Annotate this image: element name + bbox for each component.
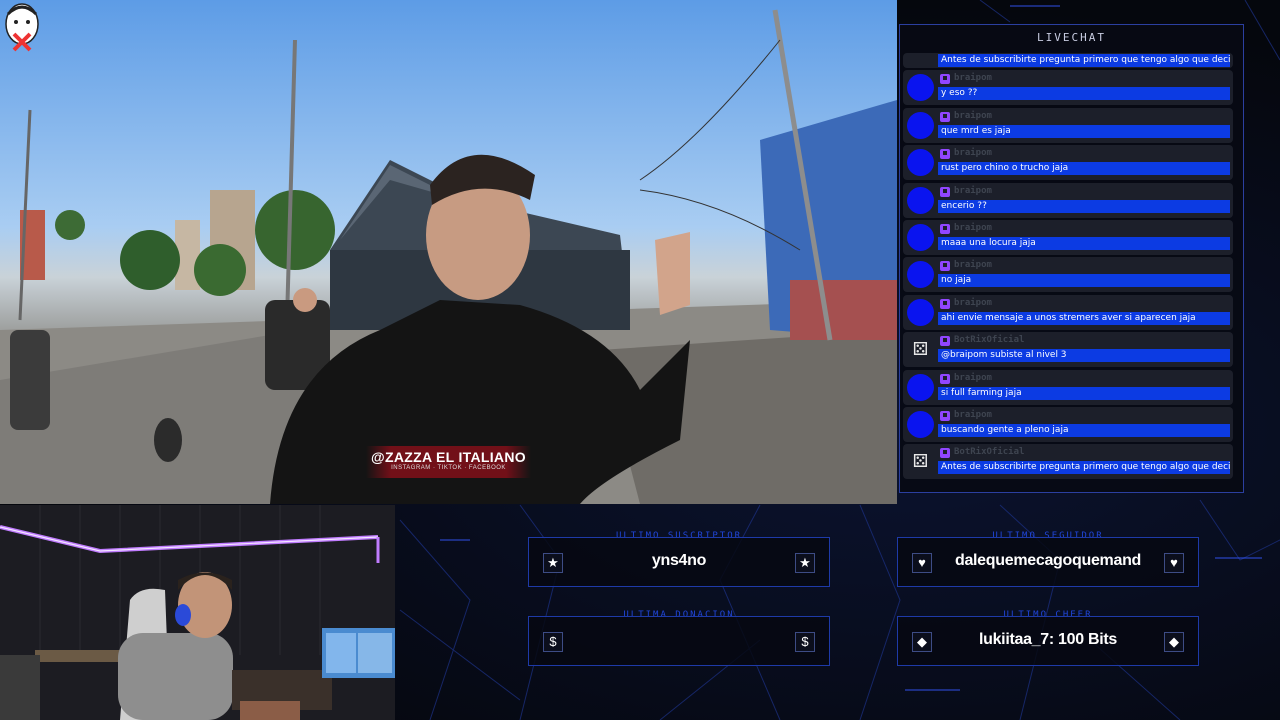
chat-message: ⚄ BotRixOficial @braipom subiste al nivel … [903,332,1233,368]
chat-text: encerio ?? [938,199,1230,213]
chat-username: braipom [954,260,992,271]
star-icon: ★ [543,553,563,573]
twitch-badge-icon [940,298,950,309]
diamond-icon: ◆ [1164,632,1184,652]
twitch-badge-icon [940,336,950,347]
ultimo-suscriptor-value: yns4no [651,552,707,569]
twitch-badge-icon [940,186,950,197]
user-avatar [907,74,934,102]
chat-text: @braipom subiste al nivel 3 [938,349,1230,363]
livechat-title: LIVECHAT [1037,31,1106,44]
chat-username: BotRixOficial [954,447,1025,458]
user-avatar [907,149,934,177]
twitch-badge-icon [940,410,950,421]
dollar-icon: $ [795,632,815,652]
twitch-badge-icon [940,149,950,160]
chat-message: braipom que mrd es jaja [903,107,1233,143]
chat-username: braipom [954,110,992,121]
name-tag-socials: INSTAGRAM · TIKTOK · FACEBOOK [391,465,506,471]
twitch-badge-icon [940,261,950,272]
star-icon: ★ [795,553,815,573]
chat-username: braipom [954,185,992,196]
chat-message: braipom maaa una locura jaja [903,219,1233,255]
chat-username: braipom [954,409,992,420]
ultimo-seguidor-value: dalequemecagoquemand [954,552,1142,569]
bot-dice-icon: ⚄ [912,339,929,360]
chat-username: braipom [954,73,992,84]
chat-messages: Antes de subscribirte pregunta primero q… [903,53,1235,493]
chat-text: maaa una locura jaja [938,236,1230,250]
chat-text: no jaja [938,274,1230,288]
chat-text: Antes de subscribirte pregunta primero q… [938,461,1230,475]
chat-message: braipom buscando gente a pleno jaja [903,406,1233,442]
user-avatar [907,261,934,289]
main-video-feed: @ZAZZA EL ITALIANO INSTAGRAM · TIKTOK · … [0,0,897,504]
ultimo-cheer-box: ◆ lukiitaa_7: 100 Bits ◆ [897,616,1199,666]
diamond-icon: ◆ [912,632,932,652]
webcam-scene [0,505,395,720]
stream-overlay: @ZAZZA EL ITALIANO INSTAGRAM · TIKTOK · … [0,0,1280,720]
chat-username: braipom [954,372,992,383]
chat-message: Antes de subscribirte pregunta primero q… [903,53,1233,68]
chat-text: buscando gente a pleno jaja [938,423,1230,437]
ultimo-suscriptor-box: ★ yns4no ★ [528,537,830,587]
twitch-badge-icon [940,111,950,122]
streamer-name-tag: @ZAZZA EL ITALIANO INSTAGRAM · TIKTOK · … [366,446,531,478]
ultimo-seguidor-box: ♥ dalequemecagoquemand ♥ [897,537,1199,587]
chat-username: braipom [954,148,992,159]
user-avatar [907,223,934,251]
chat-message: braipom ahi envie mensaje a unos stremers… [903,294,1233,330]
chat-text: rust pero chino o trucho jaja [938,162,1230,176]
webcam-feed [0,505,395,720]
street-scene [0,9,897,504]
ultima-donacion-box: $ $ [528,616,830,666]
twitch-badge-icon [940,74,950,85]
chat-message: ⚄ BotRixOficial Antes de subscribirte preg… [903,444,1233,480]
twitch-badge-icon [940,223,950,234]
chat-message: braipom encerio ?? [903,182,1233,218]
bot-dice-icon: ⚄ [912,451,929,472]
user-avatar [907,111,934,139]
channel-logo-icon [5,3,39,52]
chat-text: Antes de subscribirte pregunta primero q… [938,54,1230,67]
user-avatar [907,410,934,438]
chat-message: braipom no jaja [903,257,1233,293]
chat-text: que mrd es jaja [938,124,1230,138]
user-avatar [907,186,934,214]
user-avatar [907,298,934,326]
chat-username: BotRixOficial [954,335,1025,346]
chat-message: braipom si full farming jaja [903,369,1233,405]
name-tag-handle: @ZAZZA EL ITALIANO [371,449,526,465]
chat-message: braipom rust pero chino o trucho jaja [903,145,1233,181]
chat-username: braipom [954,297,992,308]
heart-icon: ♥ [1164,553,1184,573]
dollar-icon: $ [543,632,563,652]
chat-message: braipom y eso ?? [903,70,1233,106]
chat-text: y eso ?? [938,87,1230,101]
chat-username: braipom [954,222,992,233]
chat-text: ahi envie mensaje a unos stremers aver s… [938,311,1230,325]
twitch-badge-icon [940,373,950,384]
user-avatar [907,373,934,401]
livechat-panel: LIVECHAT Antes de subscribirte pregunta … [899,24,1244,493]
twitch-badge-icon [940,448,950,459]
ultimo-cheer-value: lukiitaa_7: 100 Bits [978,631,1118,648]
heart-icon: ♥ [912,553,932,573]
chat-text: si full farming jaja [938,386,1230,400]
